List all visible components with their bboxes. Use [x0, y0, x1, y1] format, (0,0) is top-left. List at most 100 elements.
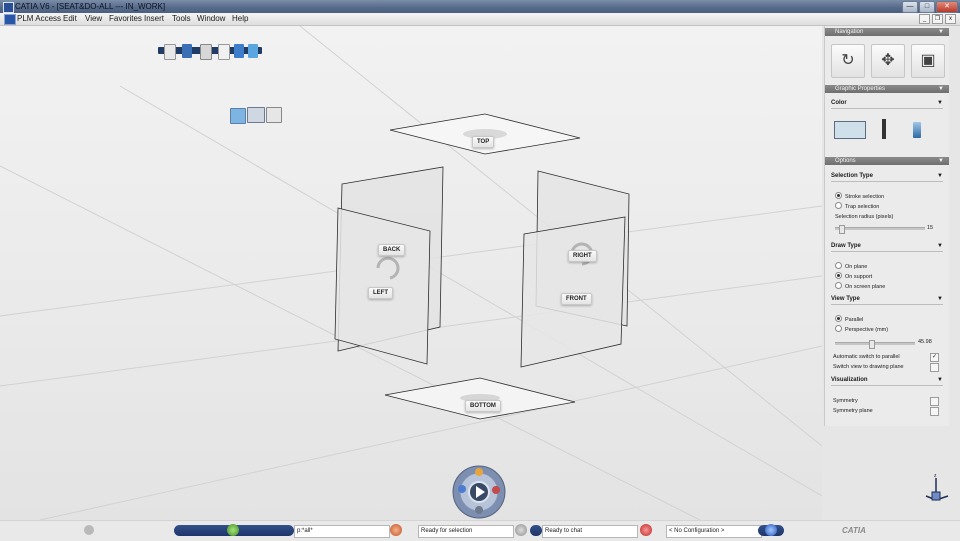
pan-icon: ✥ — [881, 52, 895, 69]
perspective-radio[interactable] — [835, 325, 842, 332]
visualization-header[interactable]: Visualization ▼ — [831, 375, 943, 386]
switch-drawing-checkbox[interactable] — [930, 363, 939, 372]
command-input[interactable]: p:*all* — [294, 525, 390, 538]
line-icon[interactable] — [164, 44, 176, 60]
auto-switch-checkbox[interactable]: ✓ — [930, 353, 939, 362]
on-plane-label: On plane — [845, 264, 868, 270]
symmetry-plane-checkbox[interactable] — [930, 407, 939, 416]
selection-radius-thumb[interactable] — [839, 225, 846, 234]
rotate-icon: ↻ — [841, 52, 855, 69]
on-screen-plane-option[interactable]: On screen plane — [835, 282, 885, 291]
front-plane[interactable] — [520, 216, 626, 368]
pan-button[interactable]: ✥ — [871, 44, 905, 78]
plane-label-front[interactable]: FRONT — [561, 293, 592, 305]
draw-type-header[interactable]: Draw Type ▼ — [831, 241, 943, 252]
options-header[interactable]: Options ▼ — [825, 157, 949, 165]
plane-label-top[interactable]: TOP — [472, 136, 495, 148]
trap-selection-option[interactable]: Trap selection — [835, 202, 879, 211]
selection-icon[interactable] — [390, 524, 402, 536]
configuration-icon[interactable] — [640, 524, 652, 536]
doc-close-button[interactable]: x — [945, 14, 956, 24]
zoom-area-icon: ▣ — [920, 52, 936, 69]
eyedropper-icon[interactable] — [882, 119, 886, 139]
compass-ball-icon[interactable] — [227, 524, 239, 536]
symmetry-checkbox[interactable] — [930, 397, 939, 406]
color-swatch[interactable] — [834, 121, 866, 139]
compass-icon[interactable]: z — [922, 472, 952, 508]
plm-access-icon[interactable] — [4, 14, 16, 25]
graphic-properties-header[interactable]: Graphic Properties ▼ — [825, 85, 949, 93]
paint-bucket-icon[interactable] — [913, 122, 921, 138]
rotate-button[interactable]: ↻ — [831, 44, 865, 78]
menu-favorites[interactable]: Favorites — [109, 13, 142, 25]
chat-icon[interactable] — [515, 524, 527, 536]
menu-insert[interactable]: Insert — [144, 13, 164, 25]
stroke-selection-option[interactable]: Stroke selection — [835, 192, 884, 201]
plane-label-left[interactable]: LEFT — [368, 287, 393, 299]
user-icon[interactable] — [84, 525, 94, 535]
surface-icon[interactable] — [248, 44, 258, 58]
stroke-selection-radio[interactable] — [835, 192, 842, 199]
parallel-option[interactable]: Parallel — [835, 315, 863, 324]
on-plane-option[interactable]: On plane — [835, 262, 867, 271]
menu-tools[interactable]: Tools — [172, 13, 191, 25]
selection-radius-value: 15 — [927, 225, 934, 231]
perspective-slider[interactable] — [835, 340, 915, 349]
on-screen-plane-radio[interactable] — [835, 282, 842, 289]
selection-radius-slider[interactable] — [835, 225, 925, 234]
view-type-header[interactable]: View Type ▼ — [831, 294, 943, 305]
color-section-header[interactable]: Color ▼ — [831, 98, 943, 109]
options-panel: Navigation ▼ ↻ ✥ ▣ Graphic Properties ▼ Co… — [824, 26, 949, 426]
parallel-label: Parallel — [845, 317, 864, 323]
minimize-button[interactable]: — — [902, 1, 918, 13]
action-pad-bottom-icon — [475, 506, 483, 514]
menu-edit[interactable]: Edit — [63, 13, 77, 25]
menu-view[interactable]: View — [85, 13, 102, 25]
3d-viewport[interactable]: TOP BACK LEFT RIGHT FRONT BOTTOM — [0, 26, 822, 520]
catia-logo: CATIA — [842, 526, 866, 535]
sketch-view-icon[interactable] — [230, 108, 246, 124]
parallel-radio[interactable] — [835, 315, 842, 322]
doc-restore-button[interactable]: ❐ — [932, 14, 943, 24]
chat-tab[interactable] — [530, 525, 542, 536]
eraser-icon[interactable] — [218, 44, 230, 60]
switch-drawing-label: Switch view to drawing plane — [833, 364, 904, 370]
options-header-label: Options — [835, 158, 856, 164]
image-icon[interactable] — [247, 107, 265, 123]
toolbar-strip — [158, 43, 262, 60]
view-type-label: View Type — [831, 296, 860, 302]
catia-app-icon[interactable] — [3, 2, 14, 13]
symmetry-plane-label: Symmetry plane — [833, 408, 873, 414]
globe-icon[interactable] — [765, 524, 777, 536]
curve-icon[interactable] — [234, 44, 244, 58]
stroke-selection-label: Stroke selection — [845, 194, 885, 200]
menu-plm-access[interactable]: PLM Access — [17, 13, 61, 25]
pen-icon[interactable] — [200, 44, 212, 60]
plane-label-back[interactable]: BACK — [378, 244, 406, 256]
action-pad[interactable] — [450, 464, 508, 520]
stroke-icon[interactable] — [182, 44, 192, 58]
plane-label-bottom[interactable]: BOTTOM — [465, 400, 501, 412]
on-support-option[interactable]: On support — [835, 272, 872, 281]
configuration-select[interactable]: < No Configuration > — [666, 525, 762, 538]
menu-window[interactable]: Window — [197, 13, 225, 25]
on-support-radio[interactable] — [835, 272, 842, 279]
view-toolbar — [230, 106, 284, 124]
maximize-button[interactable]: □ — [919, 1, 935, 13]
doc-minimize-button[interactable]: _ — [919, 14, 930, 24]
visualization-label: Visualization — [831, 377, 868, 383]
perspective-thumb[interactable] — [869, 340, 876, 349]
document-icon[interactable] — [266, 107, 282, 123]
selection-type-header[interactable]: Selection Type ▼ — [831, 171, 943, 182]
close-button[interactable]: ✕ — [936, 1, 958, 13]
plane-label-right[interactable]: RIGHT — [568, 250, 597, 262]
perspective-option[interactable]: Perspective (mm) — [835, 325, 888, 334]
trap-selection-radio[interactable] — [835, 202, 842, 209]
zoom-area-button[interactable]: ▣ — [911, 44, 945, 78]
menu-help[interactable]: Help — [232, 13, 248, 25]
on-plane-radio[interactable] — [835, 262, 842, 269]
left-plane[interactable] — [334, 207, 431, 365]
perspective-label: Perspective (mm) — [845, 327, 889, 333]
navigation-header[interactable]: Navigation ▼ — [825, 28, 949, 36]
auto-switch-label: Automatic switch to parallel — [833, 354, 900, 360]
